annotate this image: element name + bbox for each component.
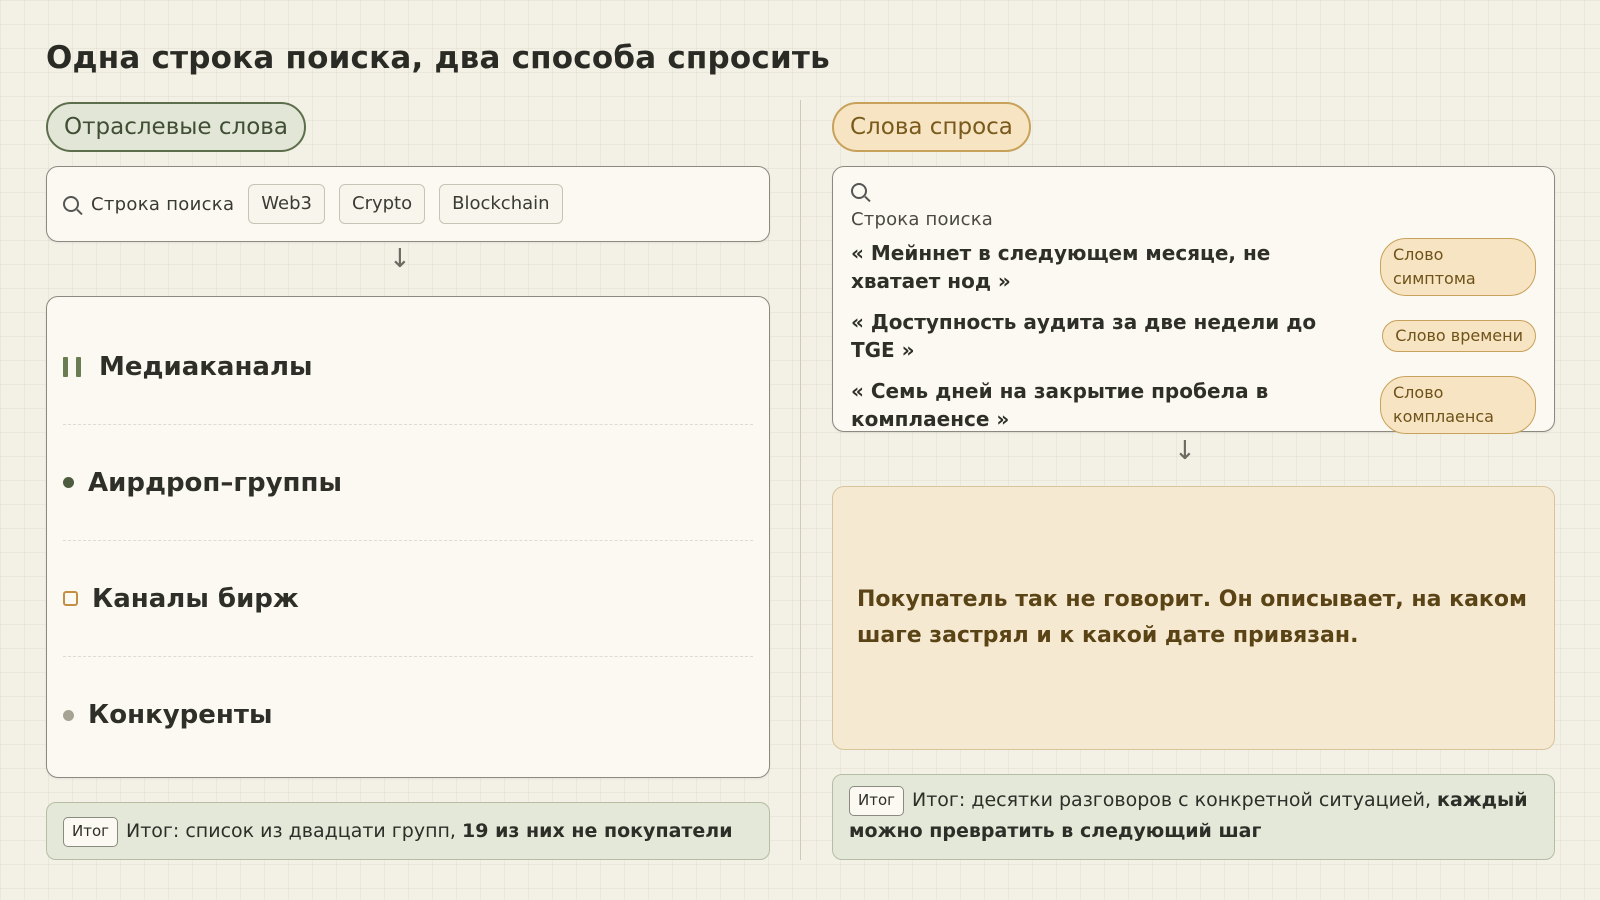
query-row: « Доступность аудита за две недели до TG…	[851, 308, 1536, 364]
search-icon	[851, 183, 867, 199]
search-icon	[63, 196, 79, 212]
search-label: Строка поиска	[851, 209, 993, 230]
down-arrow-icon: ↓	[389, 244, 411, 274]
insight-card: Покупатель так не говорит. Он описывает,…	[832, 486, 1555, 750]
list-item: Конкуренты	[63, 657, 753, 773]
left-summary: Итог Итог: список из двадцати групп, 19 и…	[46, 802, 770, 860]
dot-icon	[63, 709, 74, 721]
down-arrow-icon: ↓	[1174, 436, 1196, 466]
query-text: « Мейннет в следующем месяце, не хватает…	[851, 241, 1271, 293]
list-item-label: Аирдроп–группы	[88, 467, 342, 498]
query-tag: Слово комплаенса	[1380, 376, 1536, 434]
query-tag: Слово симптома	[1380, 238, 1536, 296]
right-search-bar[interactable]: Строка поиска « Мейннет в следующем меся…	[832, 166, 1555, 434]
summary-tag: Итог	[63, 816, 119, 847]
keyword-chip-web3[interactable]: Web3	[248, 184, 325, 224]
keyword-chip-blockchain[interactable]: Blockchain	[439, 184, 563, 224]
industry-words-column: Отраслевые слова Строка поиска Web3 Cryp…	[46, 102, 770, 860]
results-list: Медиаканалы Аирдроп–группы Каналы бирж К…	[46, 296, 770, 778]
query-row: « Мейннет в следующем месяце, не хватает…	[851, 238, 1536, 296]
right-summary: Итог Итог: десятки разговоров с конкретно…	[832, 774, 1555, 860]
demand-words-column: Слова спроса Строка поиска « Мейннет в с…	[832, 102, 1555, 860]
bars-icon	[63, 356, 81, 377]
page-title: Одна строка поиска, два способа спросить	[46, 40, 830, 76]
summary-text: Итог: десятки разговоров с конкретной си…	[912, 789, 1438, 811]
list-item: Аирдроп–группы	[63, 425, 753, 541]
query-row: « Семь дней на закрытие пробела в компла…	[851, 376, 1536, 434]
list-item-label: Каналы бирж	[92, 583, 299, 614]
left-search-bar[interactable]: Строка поиска Web3 Crypto Blockchain	[46, 166, 770, 242]
industry-words-pill: Отраслевые слова	[46, 102, 306, 152]
summary-text: Итог: список из двадцати групп,	[126, 820, 463, 842]
list-item: Медиаканалы	[63, 309, 753, 425]
demand-words-pill: Слова спроса	[832, 102, 1031, 152]
dot-icon	[63, 477, 74, 488]
insight-text: Покупатель так не говорит. Он описывает,…	[857, 587, 1527, 648]
column-divider	[800, 100, 801, 860]
list-item-label: Конкуренты	[88, 700, 273, 730]
list-item: Каналы бирж	[63, 541, 753, 657]
square-icon	[63, 591, 78, 606]
query-text: « Доступность аудита за две недели до TG…	[851, 310, 1317, 362]
keyword-chip-crypto[interactable]: Crypto	[339, 184, 426, 224]
summary-bold: 19 из них не покупатели	[462, 820, 733, 842]
list-item-label: Медиаканалы	[99, 351, 313, 382]
query-text: « Семь дней на закрытие пробела в компла…	[851, 379, 1269, 431]
search-label: Строка поиска	[91, 193, 235, 215]
query-tag: Слово времени	[1382, 320, 1536, 352]
summary-tag: Итог	[849, 785, 905, 816]
